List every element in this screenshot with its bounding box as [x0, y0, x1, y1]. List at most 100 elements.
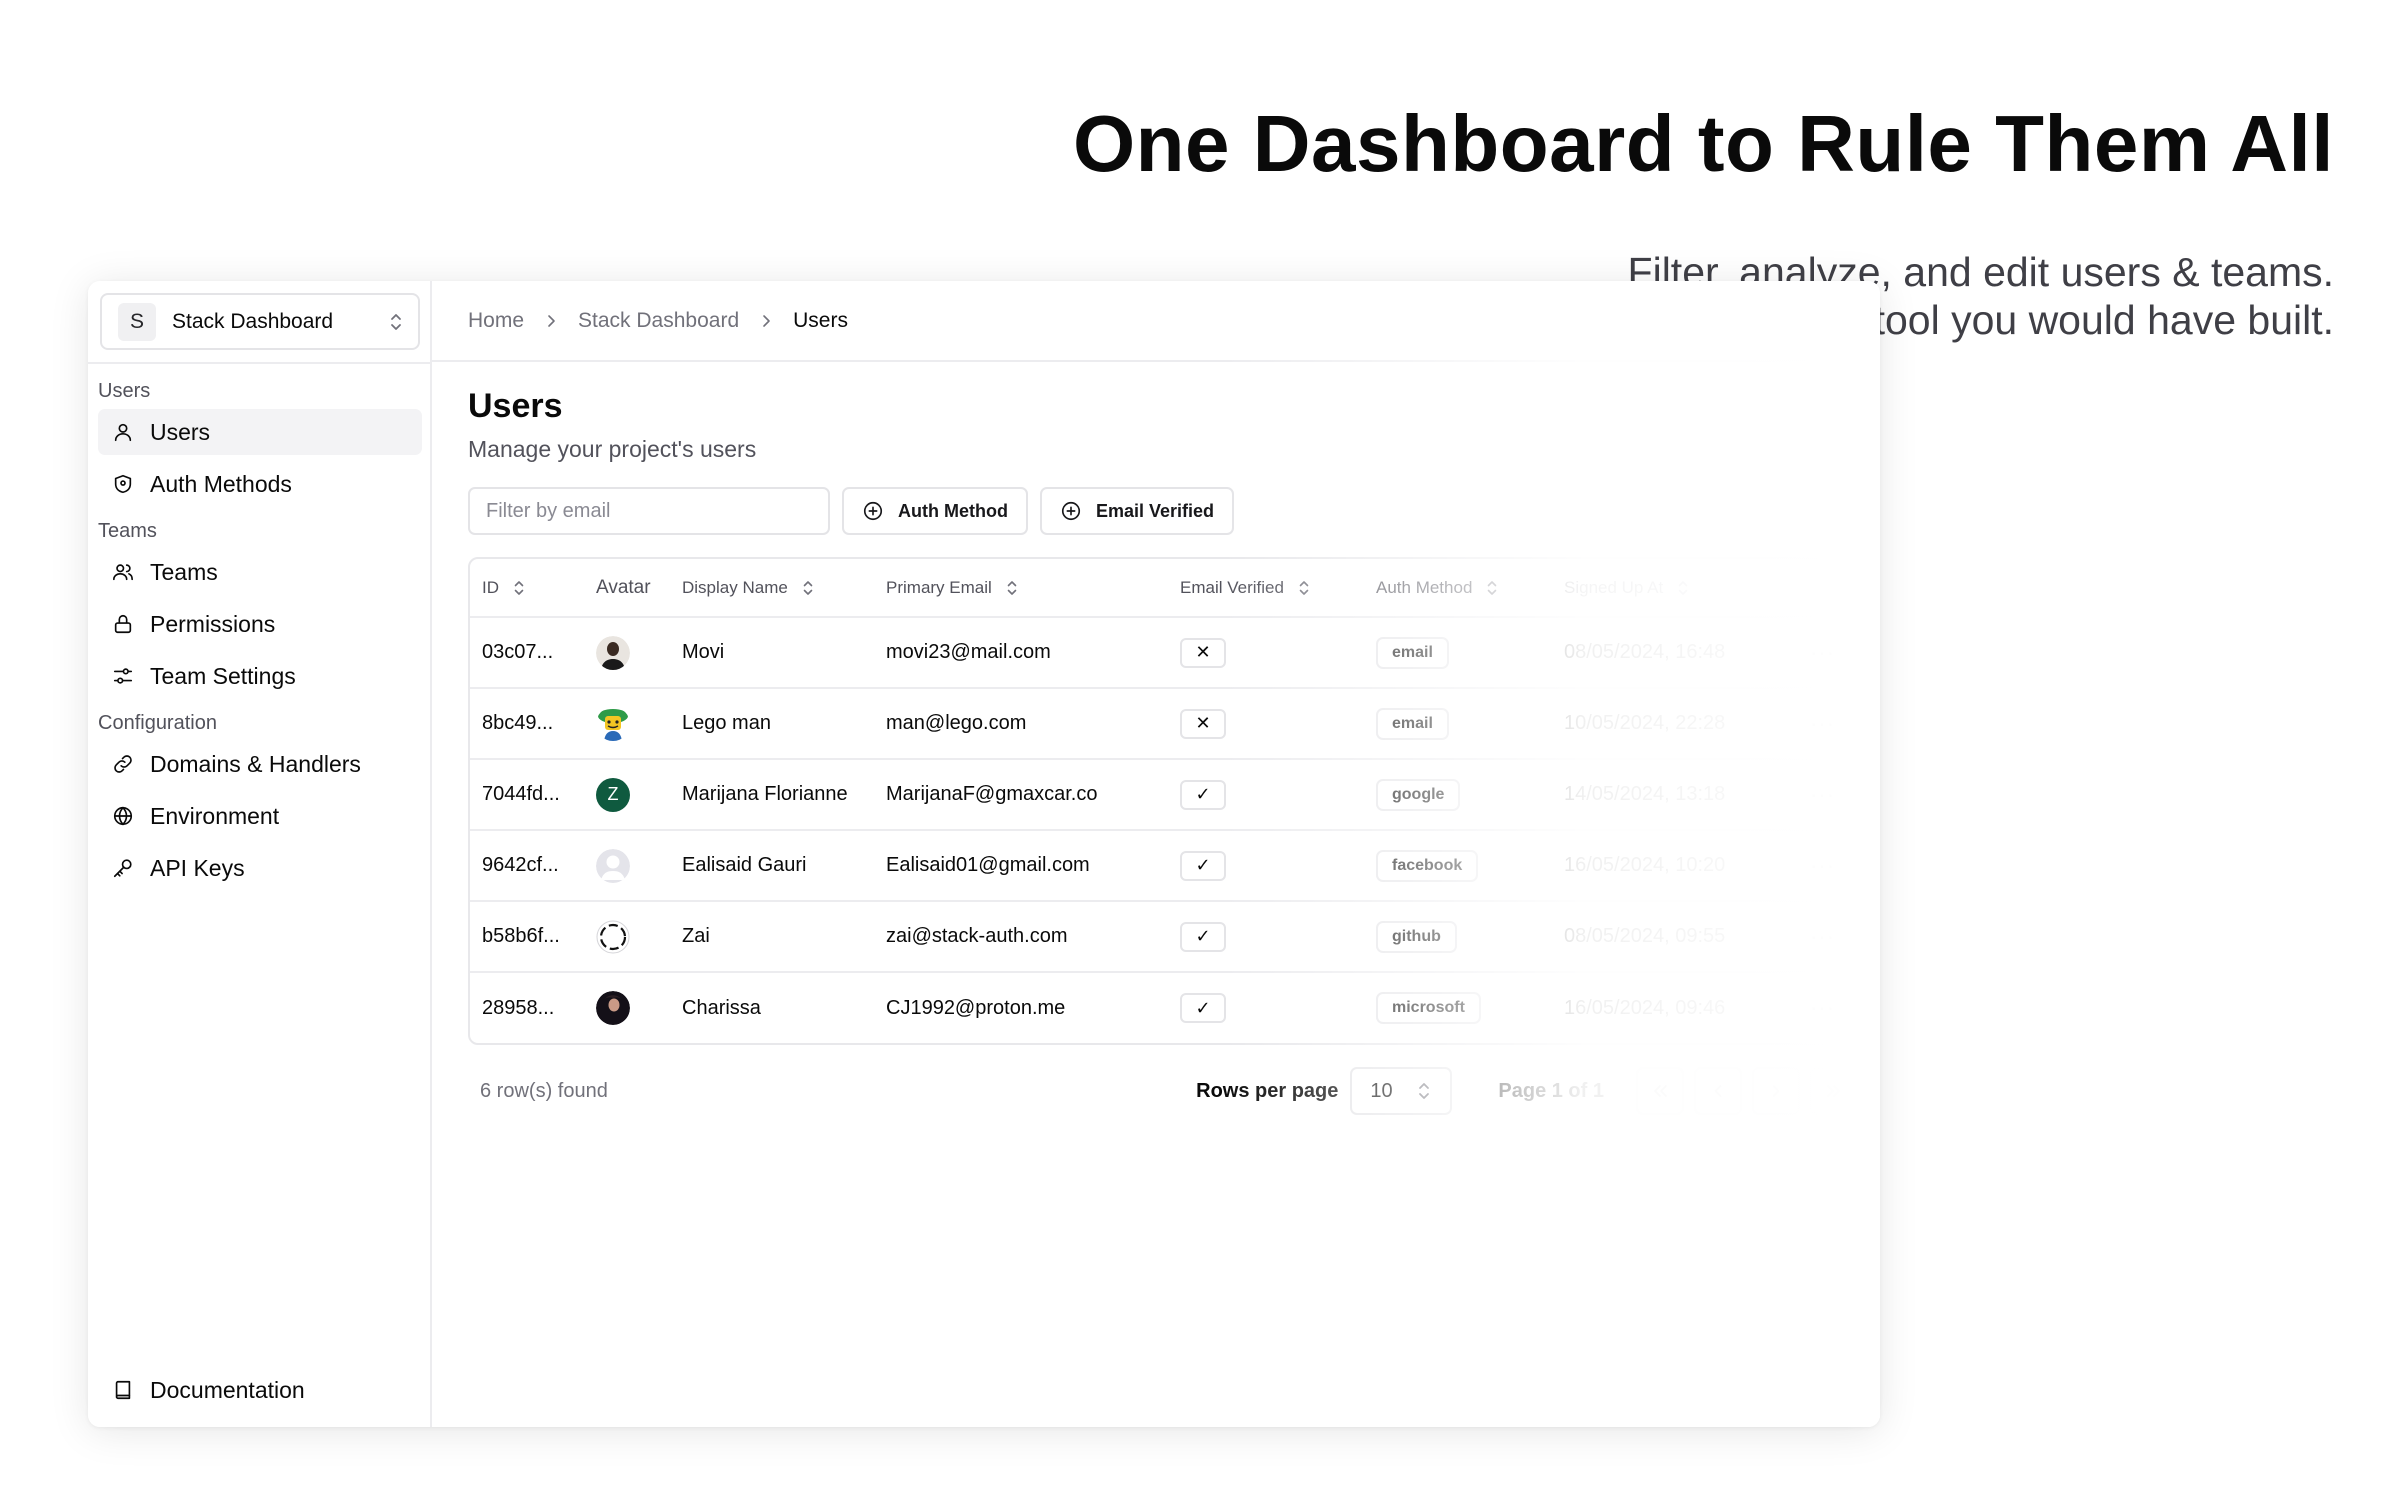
sidebar-item-label: Permissions — [150, 610, 276, 637]
page-info: Page 1 of 1 — [1498, 1079, 1604, 1102]
last-page-button[interactable] — [1810, 1067, 1858, 1115]
cell-avatar — [584, 829, 670, 901]
breadcrumb-project[interactable]: Stack Dashboard — [578, 309, 739, 333]
table-row[interactable]: 28958... Charissa CJ1992@proton.me ✓ mic… — [470, 971, 1856, 1043]
table-header-row: ID Avatar Display Name Primary Email Ema… — [470, 559, 1856, 617]
nav-group-users: Users — [98, 380, 151, 402]
chevron-right-icon — [763, 314, 770, 327]
more-icon[interactable]: ··· — [1810, 924, 1835, 949]
auth-method-badge: microsoft — [1376, 992, 1481, 1024]
table-row[interactable]: 03c07... Movi movi23@mail.com ✕ email 08… — [470, 616, 1856, 688]
filter-bar: Auth Method Email Verified — [468, 487, 1858, 535]
sort-icon — [1678, 580, 1688, 595]
email-filter-input[interactable] — [468, 487, 830, 535]
sidebar-item-label: Documentation — [150, 1376, 305, 1403]
sort-icon — [803, 580, 813, 595]
sidebar-item-users[interactable]: Users — [98, 409, 422, 455]
more-icon[interactable]: ··· — [1810, 711, 1835, 736]
table-row[interactable]: 8bc49... Lego man man@lego.com ✕ email 1… — [470, 687, 1856, 759]
sidebar-item-domains[interactable]: Domains & Handlers — [98, 741, 422, 787]
table-row[interactable]: 9642cf... Ealisaid Gauri Ealisaid01@gmai… — [470, 829, 1856, 901]
cell-display-name: Ealisaid Gauri — [670, 829, 874, 901]
auth-method-badge: email — [1376, 636, 1449, 669]
column-header-signed-up-at[interactable]: Signed Up At — [1552, 559, 1798, 617]
x-icon: ✕ — [1180, 637, 1226, 668]
chevrons-right-icon — [1827, 1085, 1840, 1097]
column-header-primary-email[interactable]: Primary Email — [874, 559, 1168, 617]
cell-id: 03c07... — [470, 616, 584, 688]
chevron-up-down-icon — [1419, 1083, 1430, 1099]
check-icon: ✓ — [1180, 993, 1226, 1023]
breadcrumb: Home Stack Dashboard Users — [432, 281, 1880, 362]
breadcrumb-home[interactable]: Home — [468, 309, 524, 333]
cell-actions: ··· — [1798, 616, 1856, 688]
column-header-display-name[interactable]: Display Name — [670, 559, 874, 617]
column-header-avatar: Avatar — [584, 559, 670, 617]
cell-actions: ··· — [1798, 829, 1856, 901]
sidebar-item-documentation[interactable]: Documentation — [98, 1367, 422, 1413]
shield-icon — [114, 474, 132, 494]
column-header-auth-method[interactable]: Auth Method — [1364, 559, 1552, 617]
cell-id: 8bc49... — [470, 687, 584, 759]
cell-auth-method: email — [1364, 616, 1552, 688]
check-icon: ✓ — [1180, 921, 1226, 952]
sort-icon — [514, 580, 524, 595]
hero-title: One Dashboard to Rule Them All — [1072, 99, 2334, 188]
cell-primary-email: CJ1992@proton.me — [874, 971, 1168, 1043]
key-icon — [113, 859, 132, 878]
sidebar-item-label: Auth Methods — [150, 470, 292, 497]
rows-per-page-select[interactable]: 10 — [1350, 1067, 1453, 1115]
column-header-email-verified[interactable]: Email Verified — [1168, 559, 1364, 617]
auth-method-filter-button[interactable]: Auth Method — [842, 487, 1028, 535]
window-fade-overlay-bottom — [1488, 1147, 1880, 1427]
table-row[interactable]: 7044fd... Z Marijana Florianne MarijanaF… — [470, 758, 1856, 830]
column-header-label: Signed Up At — [1564, 577, 1664, 597]
column-header-actions — [1798, 559, 1856, 617]
auth-method-badge: facebook — [1376, 849, 1479, 882]
sidebar-item-teams[interactable]: Teams — [98, 549, 422, 595]
avatar — [596, 920, 630, 954]
check-icon: ✓ — [1180, 850, 1226, 881]
cell-avatar — [584, 616, 670, 688]
cell-primary-email: movi23@mail.com — [874, 616, 1168, 688]
email-verified-filter-button[interactable]: Email Verified — [1039, 487, 1235, 535]
column-header-id[interactable]: ID — [470, 559, 584, 617]
plus-circle-icon — [1061, 501, 1081, 521]
column-header-label: ID — [482, 577, 499, 597]
cell-primary-email: man@lego.com — [874, 687, 1168, 759]
plus-circle-icon — [863, 501, 883, 521]
chevron-up-down-icon — [391, 313, 401, 330]
previous-page-button[interactable] — [1694, 1067, 1742, 1115]
sliders-icon — [113, 668, 133, 684]
link-icon — [114, 755, 132, 773]
cell-signed-up-at: 08/05/2024, 09:55 — [1552, 900, 1798, 972]
cell-signed-up-at: 16/05/2024, 10:20 — [1552, 829, 1798, 901]
sidebar-item-team-settings[interactable]: Team Settings — [98, 653, 422, 699]
more-icon[interactable]: ··· — [1810, 853, 1835, 878]
sidebar-item-api-keys[interactable]: API Keys — [98, 845, 422, 891]
more-icon[interactable]: ··· — [1810, 640, 1835, 665]
cell-email-verified: ✕ — [1168, 616, 1364, 688]
project-selector[interactable]: S Stack Dashboard — [100, 293, 420, 350]
cell-display-name: Charissa — [670, 971, 874, 1043]
table-row[interactable]: b58b6f... Zai zai@stack-auth.com ✓ githu… — [470, 900, 1856, 972]
sidebar: S Stack Dashboard Users Users Auth Metho… — [88, 281, 432, 1427]
page-title: Users — [468, 387, 563, 425]
sort-icon — [1299, 580, 1309, 595]
cell-display-name: Lego man — [670, 687, 874, 759]
next-page-button[interactable] — [1752, 1067, 1800, 1115]
more-icon[interactable]: ··· — [1810, 995, 1835, 1020]
sidebar-item-environment[interactable]: Environment — [98, 793, 422, 839]
cell-email-verified: ✓ — [1168, 758, 1364, 830]
sidebar-item-auth-methods[interactable]: Auth Methods — [98, 461, 422, 507]
cell-auth-method: github — [1364, 900, 1552, 972]
avatar — [596, 848, 630, 883]
row-count: 6 row(s) found — [480, 1079, 608, 1102]
cell-display-name: Marijana Florianne — [670, 758, 874, 830]
more-icon[interactable]: ··· — [1810, 782, 1835, 807]
sidebar-item-label: Users — [150, 418, 211, 445]
sidebar-item-label: Environment — [150, 802, 280, 829]
cell-signed-up-at: 10/05/2024, 22:28 — [1552, 687, 1798, 759]
first-page-button[interactable] — [1636, 1067, 1684, 1115]
sidebar-item-permissions[interactable]: Permissions — [98, 601, 422, 647]
